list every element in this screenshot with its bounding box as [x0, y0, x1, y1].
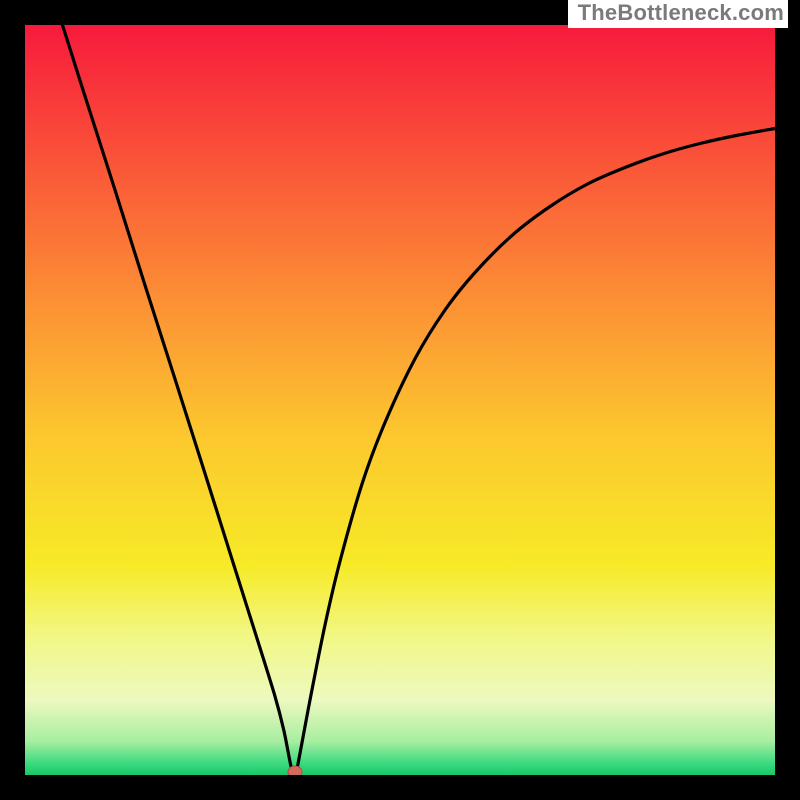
plot-svg	[25, 25, 775, 775]
gradient-background	[25, 25, 775, 775]
chart-canvas: TheBottleneck.com	[0, 0, 800, 800]
minimum-marker	[288, 766, 302, 775]
plot-frame	[25, 25, 775, 775]
watermark-text: TheBottleneck.com	[568, 0, 788, 28]
plot-area	[25, 25, 775, 775]
